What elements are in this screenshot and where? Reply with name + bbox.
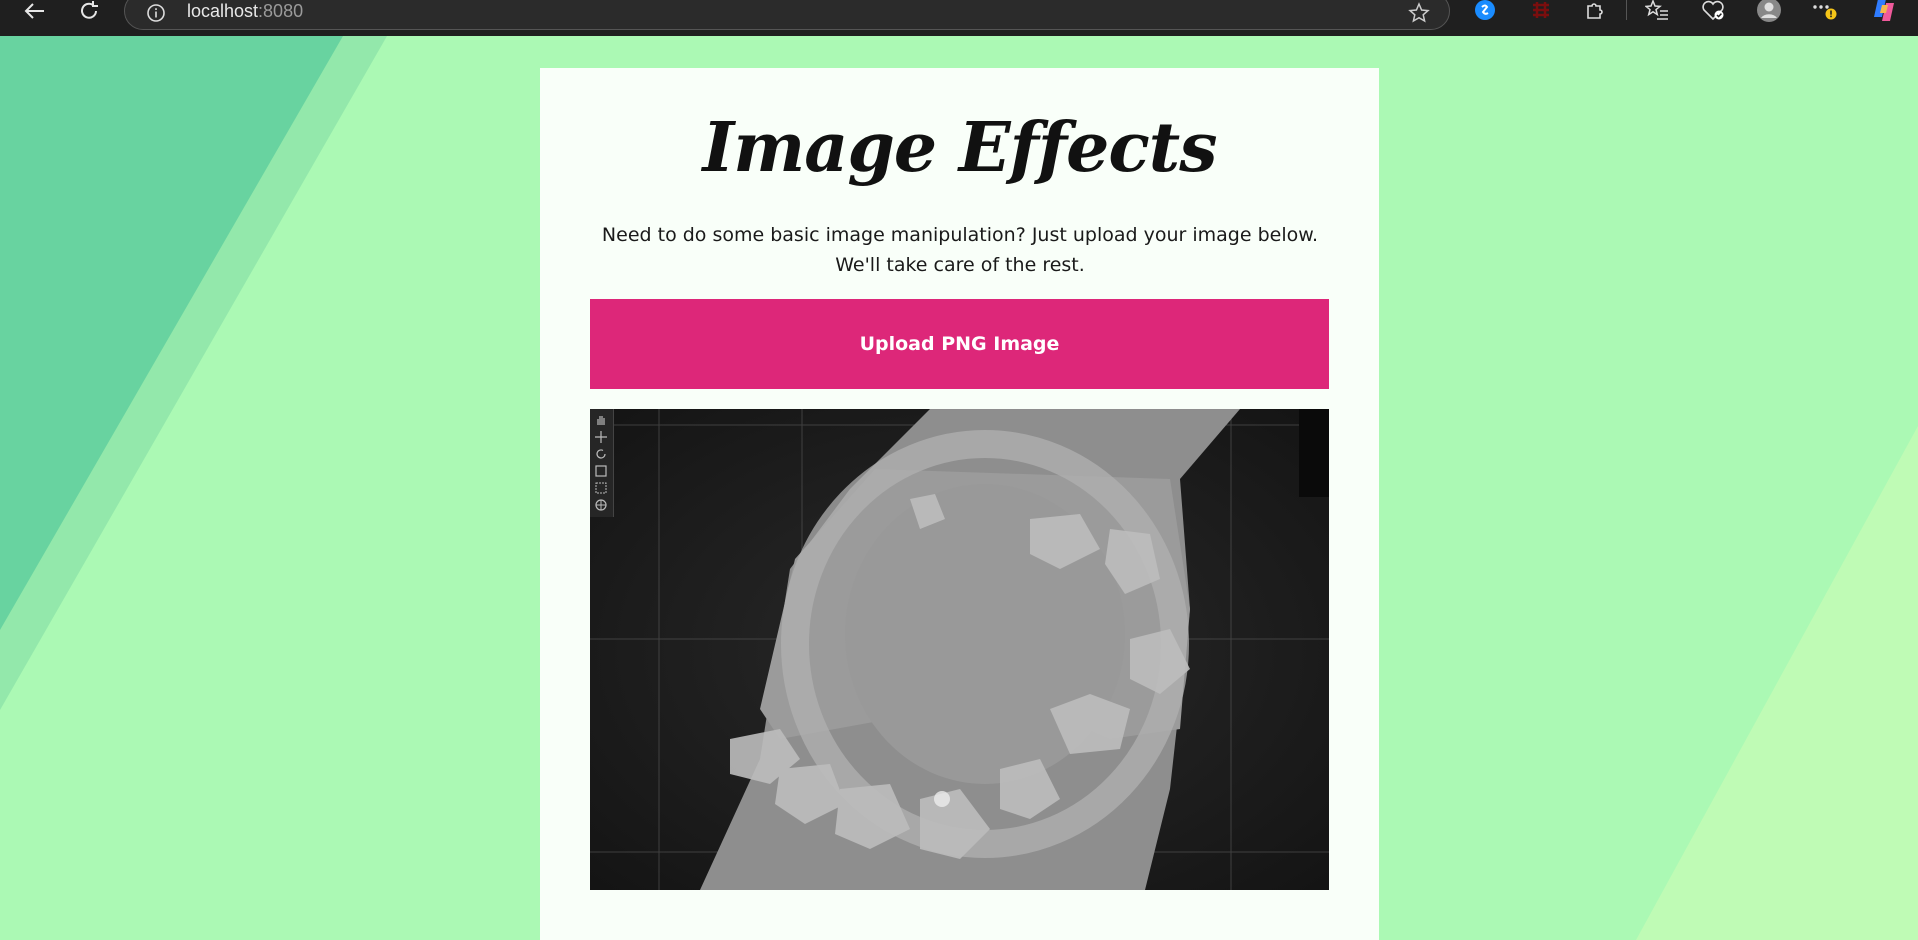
transform-tool-icon	[594, 498, 608, 512]
url-host: localhost	[187, 1, 259, 21]
page-title: Image Effects	[702, 108, 1218, 188]
page-description: Need to do some basic image manipulation…	[601, 224, 1319, 276]
toolbar-divider	[1626, 0, 1627, 20]
copilot-icon[interactable]	[1870, 0, 1900, 24]
hand-tool-icon	[594, 413, 608, 427]
rotate-tool-icon	[594, 447, 608, 461]
move-tool-icon	[594, 430, 608, 444]
rect-tool-icon	[594, 481, 608, 495]
settings-more-icon[interactable]	[1810, 0, 1840, 24]
url-text: localhost:8080	[187, 1, 303, 22]
profile-avatar-icon[interactable]	[1754, 0, 1784, 24]
site-info-icon[interactable]	[145, 2, 167, 24]
extensions-puzzle-icon[interactable]	[1580, 0, 1610, 24]
upload-png-button[interactable]: Upload PNG Image	[590, 299, 1329, 389]
back-icon[interactable]	[18, 0, 52, 22]
browser-toolbar: localhost:8080	[0, 0, 1918, 36]
preview-tool-strip	[590, 409, 614, 517]
shazam-extension-icon[interactable]	[1470, 0, 1500, 24]
red-extension-icon[interactable]	[1526, 0, 1556, 24]
image-preview	[590, 409, 1329, 890]
preview-image-graphic	[590, 409, 1329, 890]
browser-essentials-icon[interactable]	[1698, 0, 1728, 24]
favorites-list-icon[interactable]	[1642, 0, 1672, 24]
address-bar[interactable]: localhost:8080	[124, 0, 1450, 30]
main-card: Image Effects Need to do some basic imag…	[540, 68, 1379, 940]
url-port: :8080	[258, 1, 304, 21]
refresh-icon[interactable]	[72, 0, 106, 22]
favorite-star-icon[interactable]	[1407, 1, 1431, 25]
scale-tool-icon	[594, 464, 608, 478]
